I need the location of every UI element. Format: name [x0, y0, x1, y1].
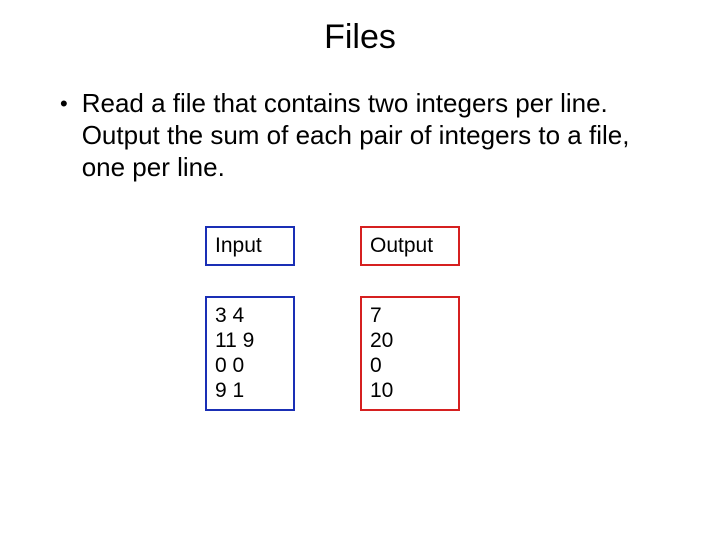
- output-data-box: 7 20 0 10: [360, 296, 460, 411]
- bullet-text: Read a file that contains two integers p…: [82, 87, 670, 183]
- bullet-item: • Read a file that contains two integers…: [0, 87, 720, 183]
- slide-title: Files: [0, 0, 720, 87]
- input-data-box: 3 4 11 9 0 0 9 1: [205, 296, 295, 411]
- bullet-marker: •: [60, 89, 68, 119]
- output-label-box: Output: [360, 226, 460, 266]
- input-label-box: Input: [205, 226, 295, 266]
